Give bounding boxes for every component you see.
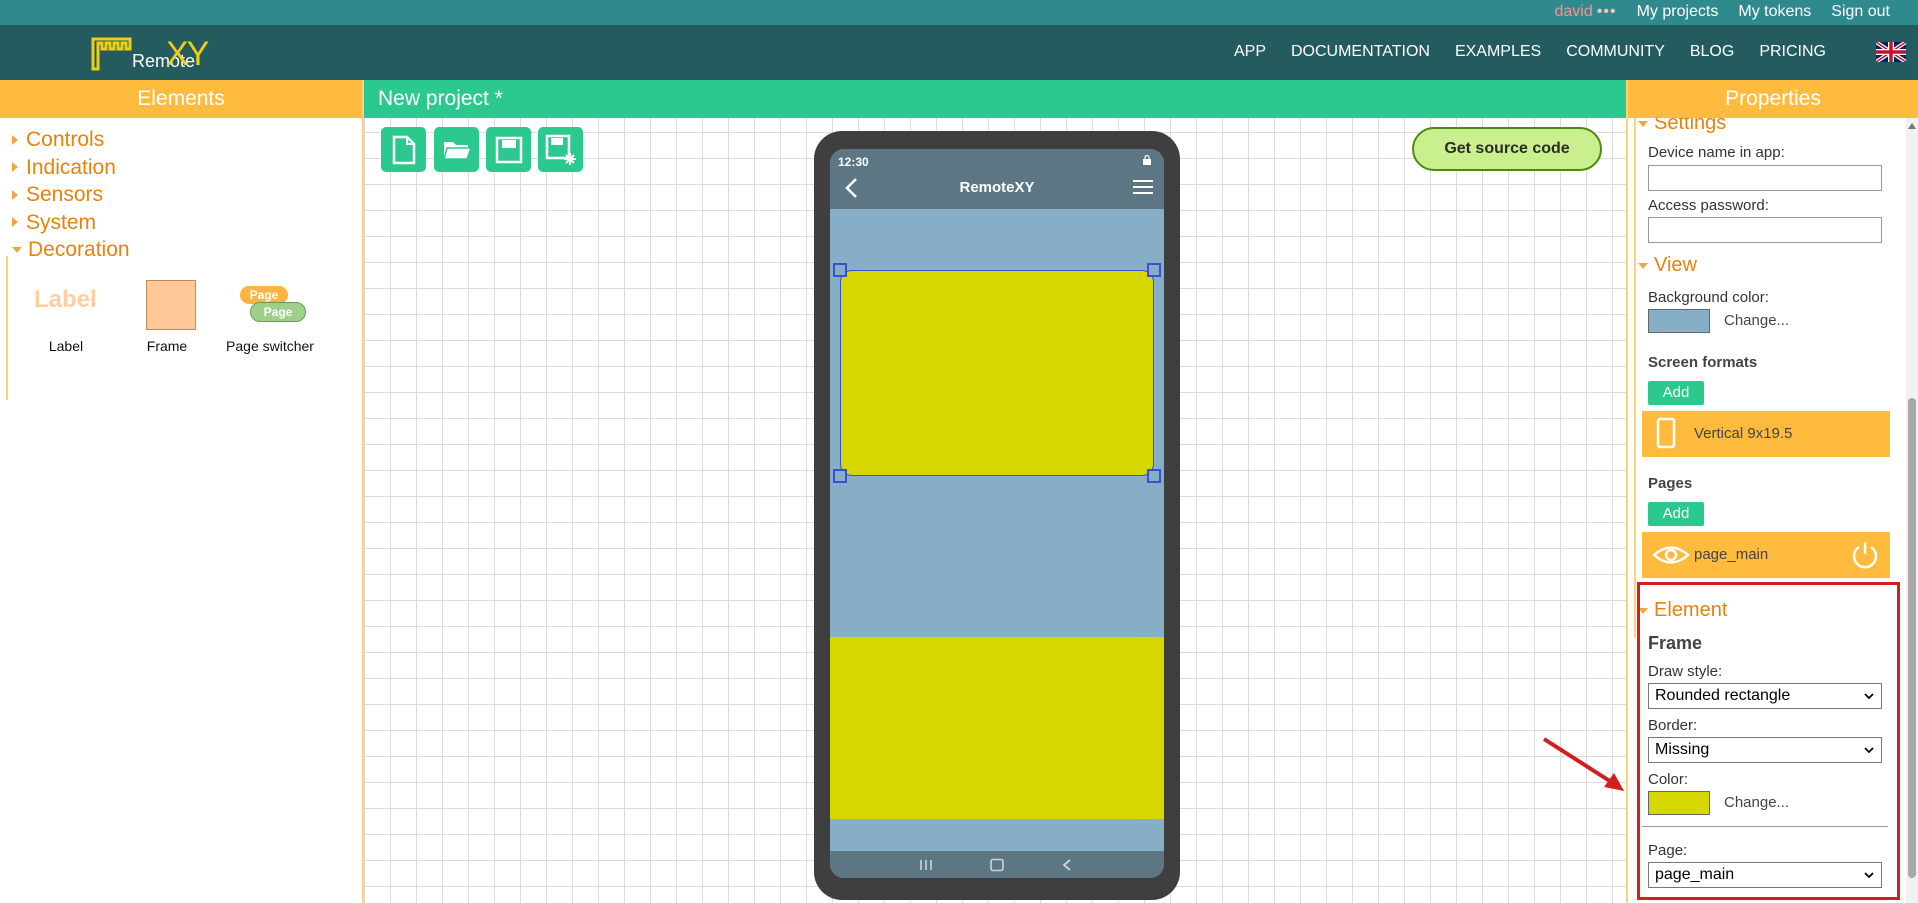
collapse-arrow-icon xyxy=(1638,262,1648,269)
background-color-label: Background color: xyxy=(1648,289,1769,306)
phone-screen[interactable]: 12:30 RemoteXY xyxy=(830,149,1164,878)
category-sensors[interactable]: Sensors xyxy=(12,181,362,209)
phone-preview: 12:30 RemoteXY xyxy=(814,131,1180,900)
expand-arrow-icon xyxy=(12,189,18,200)
annotation-arrow-icon xyxy=(1542,737,1624,791)
phone-clock: 12:30 xyxy=(838,155,869,169)
nav-app[interactable]: APP xyxy=(1234,43,1266,61)
uk-flag-icon[interactable] xyxy=(1876,42,1906,62)
page-name-label: page_main xyxy=(1694,546,1769,563)
elements-panel: Elements Controls Indication Sensors Sys… xyxy=(0,80,364,903)
screen-formats-label: Screen formats xyxy=(1648,354,1758,371)
screen-format-label: Vertical 9x19.5 xyxy=(1694,425,1793,442)
resize-handle-top-right[interactable] xyxy=(1147,263,1161,277)
new-file-icon xyxy=(392,135,415,164)
recent-apps-icon xyxy=(919,859,932,870)
collapse-arrow-icon xyxy=(12,246,22,253)
power-icon[interactable] xyxy=(1850,540,1880,570)
logo-mark-icon xyxy=(91,37,132,71)
page-switcher-preview-front: Page xyxy=(250,302,306,322)
save-icon xyxy=(495,136,522,163)
save-as-button[interactable] xyxy=(538,127,583,172)
label-preview: Label xyxy=(34,286,97,313)
remotexy-logo[interactable]: Remote XY xyxy=(90,33,220,73)
frame-element[interactable] xyxy=(830,637,1164,819)
lock-icon xyxy=(1143,155,1151,165)
eye-icon[interactable] xyxy=(1652,544,1690,566)
frame-preview xyxy=(146,280,196,330)
category-controls[interactable]: Controls xyxy=(12,126,362,154)
access-password-input[interactable] xyxy=(1648,217,1882,243)
pages-label: Pages xyxy=(1648,475,1693,492)
scroll-up-icon[interactable] xyxy=(1908,122,1916,130)
open-folder-icon xyxy=(442,141,472,160)
phone-nav-bar xyxy=(830,851,1164,878)
my-tokens-link[interactable]: My tokens xyxy=(1738,3,1811,21)
decoration-elements: Label Label Frame Page Page Page switche… xyxy=(6,256,356,400)
main-nav: APP DOCUMENTATION EXAMPLES COMMUNITY BLO… xyxy=(1234,43,1826,61)
properties-panel-title: Properties xyxy=(1628,80,1918,118)
view-section-header[interactable]: View xyxy=(1638,254,1697,277)
collapse-arrow-icon xyxy=(1638,120,1648,127)
add-screen-format-button[interactable]: Add xyxy=(1648,381,1704,405)
phone-app-title: RemoteXY xyxy=(959,179,1035,196)
screen-format-row[interactable]: Vertical 9x19.5 xyxy=(1642,411,1890,457)
get-source-code-button[interactable]: Get source code xyxy=(1412,127,1602,171)
my-projects-link[interactable]: My projects xyxy=(1637,3,1719,21)
device-name-input[interactable] xyxy=(1648,165,1882,191)
nav-documentation[interactable]: DOCUMENTATION xyxy=(1291,43,1430,61)
elements-tree: Controls Indication Sensors System Decor… xyxy=(0,118,362,264)
top-strip: david ••• My projects My tokens Sign out xyxy=(0,0,1918,25)
nav-back-icon xyxy=(1062,858,1071,871)
elements-panel-title: Elements xyxy=(0,80,362,118)
open-project-button[interactable] xyxy=(434,127,479,172)
scrollbar-thumb[interactable] xyxy=(1908,398,1916,878)
resize-handle-bottom-right[interactable] xyxy=(1147,469,1161,483)
phone-status-bar: 12:30 RemoteXY xyxy=(830,149,1164,209)
page-row[interactable]: page_main xyxy=(1642,532,1890,578)
save-as-icon xyxy=(545,134,576,165)
username-link[interactable]: david ••• xyxy=(1555,3,1617,21)
expand-arrow-icon xyxy=(12,162,18,173)
category-system[interactable]: System xyxy=(12,209,362,237)
main-header: Remote XY APP DOCUMENTATION EXAMPLES COM… xyxy=(0,25,1918,80)
new-project-button[interactable] xyxy=(381,127,426,172)
home-icon xyxy=(990,858,1004,871)
background-color-change-link[interactable]: Change... xyxy=(1724,312,1789,329)
expand-arrow-icon xyxy=(12,134,18,145)
section-guide xyxy=(1634,118,1636,638)
project-title: New project * xyxy=(364,80,1626,118)
save-project-button[interactable] xyxy=(486,127,531,172)
device-name-label: Device name in app: xyxy=(1648,144,1785,161)
frame-element-selected[interactable] xyxy=(840,270,1154,476)
nav-pricing[interactable]: PRICING xyxy=(1759,43,1826,61)
nav-examples[interactable]: EXAMPLES xyxy=(1455,43,1541,61)
nav-blog[interactable]: BLOG xyxy=(1690,43,1734,61)
account-links: david ••• My projects My tokens Sign out xyxy=(1555,3,1891,21)
user-menu-dots: ••• xyxy=(1596,3,1617,20)
access-password-label: Access password: xyxy=(1648,197,1769,214)
phone-outline-icon xyxy=(1656,417,1676,449)
resize-handle-top-left[interactable] xyxy=(833,263,847,277)
sign-out-link[interactable]: Sign out xyxy=(1831,3,1890,21)
editor-canvas[interactable]: New project * Get source code 12:30 Remo… xyxy=(364,80,1626,903)
expand-arrow-icon xyxy=(12,217,18,228)
hamburger-menu-icon xyxy=(1133,180,1153,194)
add-page-button[interactable]: Add xyxy=(1648,502,1704,526)
properties-scrollbar[interactable] xyxy=(1906,118,1918,903)
settings-section-header[interactable]: Settings xyxy=(1638,118,1726,135)
nav-community[interactable]: COMMUNITY xyxy=(1566,43,1665,61)
annotation-highlight-box xyxy=(1637,582,1900,900)
resize-handle-bottom-left[interactable] xyxy=(833,469,847,483)
background-color-swatch[interactable] xyxy=(1648,309,1710,333)
category-indication[interactable]: Indication xyxy=(12,154,362,182)
